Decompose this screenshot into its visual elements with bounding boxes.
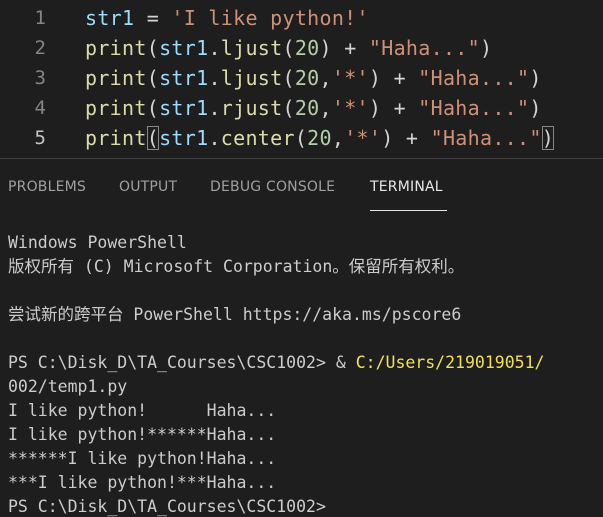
- terminal-line: 尝试新的跨平台 PowerShell https://aka.ms/pscore…: [8, 303, 603, 327]
- code-token: ljust: [220, 36, 283, 60]
- code-token: ): [529, 66, 542, 90]
- code-token: str1: [159, 36, 209, 60]
- code-line[interactable]: 1 str1 = 'I like python!': [0, 3, 603, 33]
- line-number: 5: [34, 127, 46, 149]
- bottom-panel: PROBLEMS OUTPUT DEBUG CONSOLE TERMINAL W…: [0, 158, 603, 517]
- code-token: 20: [294, 66, 320, 90]
- code-token: str1: [159, 126, 209, 150]
- code-token: center: [220, 126, 295, 150]
- code-token: '*': [344, 126, 382, 150]
- code-token: '*': [331, 96, 369, 120]
- code-token: (: [282, 66, 295, 90]
- code-token: rjust: [220, 96, 283, 120]
- code-text[interactable]: print(str1.ljust(20,'*') + "Haha..."): [85, 63, 542, 93]
- code-token: ) +: [368, 96, 419, 120]
- code-token: '*': [331, 66, 369, 90]
- code-text[interactable]: print(str1.center(20,'*') + "Haha..."): [85, 123, 555, 153]
- code-line[interactable]: 5 print(str1.center(20,'*') + "Haha..."): [0, 123, 603, 153]
- terminal-text: 尝试新的跨平台 PowerShell https://aka.ms/pscore…: [8, 305, 462, 324]
- terminal-text: 002/temp1.py: [8, 377, 128, 396]
- code-token: ljust: [220, 66, 283, 90]
- terminal-prompt: PS C:\Disk_D\TA_Courses\CSC1002>: [8, 353, 336, 372]
- code-token: ): [479, 36, 493, 60]
- matched-bracket: (: [146, 126, 160, 150]
- panel-tab-bar: PROBLEMS OUTPUT DEBUG CONSOLE TERMINAL: [0, 159, 603, 213]
- terminal-output[interactable]: Windows PowerShell 版权所有 (C) Microsoft Cor…: [8, 231, 603, 517]
- line-number: 2: [34, 37, 46, 59]
- terminal-text: ******I like python!Haha...: [8, 449, 277, 468]
- code-line[interactable]: 2 print(str1.ljust(20) + "Haha..."): [0, 33, 603, 63]
- active-tab-indicator: [370, 210, 447, 211]
- terminal-line: Windows PowerShell: [8, 231, 603, 255]
- code-token: ) +: [381, 126, 431, 150]
- code-token: (: [282, 36, 295, 60]
- code-token: 20: [294, 96, 320, 120]
- code-token: ,: [331, 126, 345, 150]
- code-token: .: [208, 96, 221, 120]
- code-token: ,: [319, 96, 332, 120]
- terminal-line: I like python! Haha...: [8, 399, 603, 423]
- code-token: (: [146, 36, 160, 60]
- code-token: print: [85, 66, 147, 90]
- code-token: print: [85, 96, 147, 120]
- code-token: ,: [319, 66, 332, 90]
- code-token: (: [294, 126, 308, 150]
- code-token: .: [208, 126, 221, 150]
- code-token: "Haha...": [418, 66, 530, 90]
- terminal-text: I like python! Haha...: [8, 401, 277, 420]
- code-token: ) +: [319, 36, 369, 60]
- code-text[interactable]: str1 = 'I like python!': [85, 3, 369, 33]
- terminal-line: 版权所有 (C) Microsoft Corporation。保留所有权利。: [8, 255, 603, 279]
- line-number: 4: [34, 97, 46, 119]
- code-token: ) +: [368, 66, 419, 90]
- code-token: str1: [159, 96, 209, 120]
- terminal-text: 版权所有 (C) Microsoft Corporation。保留所有权利。: [8, 257, 465, 276]
- tab-terminal[interactable]: TERMINAL: [370, 179, 443, 195]
- code-token: "Haha...": [368, 36, 480, 60]
- terminal-line: PS C:\Disk_D\TA_Courses\CSC1002> & C:/Us…: [8, 351, 603, 375]
- terminal-text: Windows PowerShell: [8, 233, 187, 252]
- terminal-command-path: C:/Users/219019051/: [355, 353, 545, 372]
- terminal-line: ***I like python!***Haha...: [8, 471, 603, 495]
- code-token: "Haha...": [430, 126, 542, 150]
- code-token: (: [146, 66, 160, 90]
- code-text[interactable]: print(str1.ljust(20) + "Haha..."): [85, 33, 492, 63]
- terminal-line: ******I like python!Haha...: [8, 447, 603, 471]
- terminal-text: ***I like python!***Haha...: [8, 473, 277, 492]
- tab-problems[interactable]: PROBLEMS: [8, 179, 86, 195]
- code-token: str1: [85, 6, 135, 30]
- terminal-text: I like python!******Haha...: [8, 425, 277, 444]
- code-token: =: [134, 6, 172, 30]
- tab-debug-console[interactable]: DEBUG CONSOLE: [210, 179, 335, 195]
- matched-bracket: ): [541, 126, 555, 150]
- code-editor[interactable]: 1 str1 = 'I like python!' 2 print(str1.ljus…: [0, 0, 603, 158]
- terminal-text: PS C:\Disk_D\TA_Courses\CSC1002>: [8, 497, 336, 516]
- code-token: print: [85, 36, 147, 60]
- code-token: 20: [294, 36, 320, 60]
- code-token: ): [529, 96, 542, 120]
- terminal-line: PS C:\Disk_D\TA_Courses\CSC1002>: [8, 495, 603, 517]
- terminal-line: 002/temp1.py: [8, 375, 603, 399]
- line-number: 1: [34, 7, 46, 29]
- code-line[interactable]: 3 print(str1.ljust(20,'*') + "Haha..."): [0, 63, 603, 93]
- code-token: .: [208, 36, 221, 60]
- code-token: (: [282, 96, 295, 120]
- code-text[interactable]: print(str1.rjust(20,'*') + "Haha..."): [85, 93, 542, 123]
- line-number: 3: [34, 67, 46, 89]
- code-token: .: [208, 66, 221, 90]
- code-token: 'I like python!': [171, 6, 369, 30]
- code-token: str1: [159, 66, 209, 90]
- code-token: print: [85, 126, 147, 150]
- code-token: (: [146, 96, 160, 120]
- code-line[interactable]: 4 print(str1.rjust(20,'*') + "Haha..."): [0, 93, 603, 123]
- code-token: "Haha...": [418, 96, 530, 120]
- code-token: 20: [307, 126, 332, 150]
- terminal-line: I like python!******Haha...: [8, 423, 603, 447]
- tab-output[interactable]: OUTPUT: [119, 179, 177, 195]
- terminal-operator: &: [335, 353, 356, 372]
